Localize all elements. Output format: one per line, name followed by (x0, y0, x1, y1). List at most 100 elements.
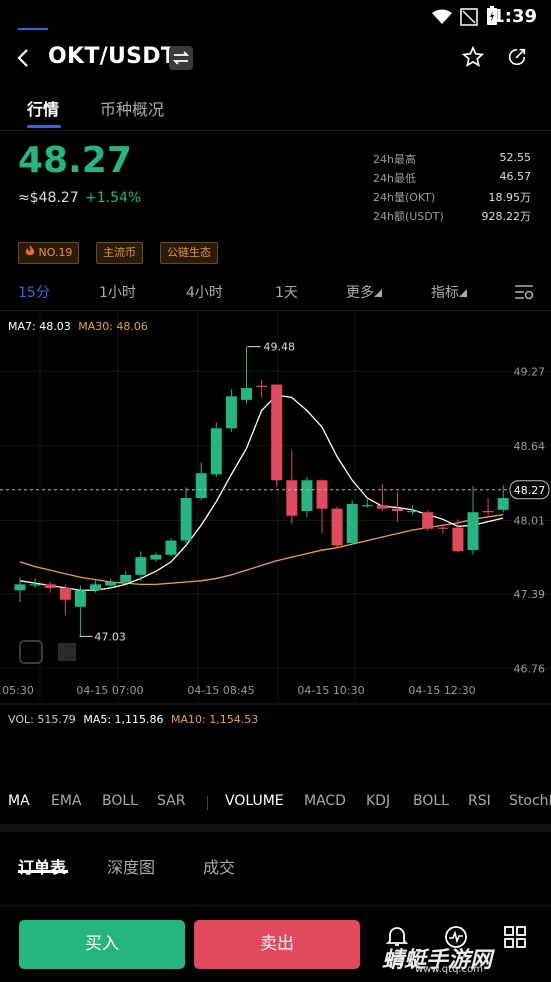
price-axis-label: 47.39 (514, 588, 546, 601)
timeframe-bar: 15分 1小时 4小时 1天 更多 指标 (0, 279, 551, 305)
price-axis: 49.27 48.64 48.01 47.39 46.76 (514, 366, 546, 676)
caret-down-icon (374, 289, 382, 297)
candle-body (210, 428, 222, 475)
candle-body (331, 508, 343, 546)
tab-depth[interactable]: 深度图 (107, 854, 155, 878)
price-axis-label: 48.01 (514, 514, 546, 527)
flame-icon (25, 245, 35, 256)
candle-body (14, 584, 26, 591)
candlestick-chart[interactable]: 49.27 48.64 48.01 47.39 46.76 48.27 49.48 47.0… (0, 312, 551, 707)
swap-icon (172, 51, 190, 65)
candle-body (105, 581, 117, 586)
share-icon[interactable] (506, 46, 528, 68)
candle-body (346, 503, 358, 543)
indicator-ma[interactable]: MA (8, 793, 30, 809)
indicator-ema[interactable]: EMA (51, 793, 82, 809)
ma-legend: MA7: 48.03 MA30: 48.06 (8, 320, 148, 333)
current-price-label: 48.27 (514, 484, 546, 497)
timeframe-more[interactable]: 更多 (346, 282, 382, 302)
rank-badge[interactable]: NO.19 (18, 242, 80, 264)
candle-body (497, 498, 509, 510)
status-bar: 1:39 (0, 0, 551, 34)
candle-body (135, 557, 147, 575)
logo-icon (58, 643, 76, 661)
price-axis-label: 46.76 (514, 662, 546, 675)
mainstream-badge-label: 主流币 (103, 246, 136, 259)
timeframe-1d[interactable]: 1天 (275, 282, 298, 302)
timeframe-15m[interactable]: 15分 (18, 282, 50, 302)
indicator-volume[interactable]: VOLUME (225, 793, 284, 809)
candle-body (286, 480, 298, 516)
wifi-icon (432, 9, 452, 24)
ma7-line (19, 394, 504, 591)
pair-title[interactable]: OKT/USDT (48, 44, 176, 69)
candle-body (150, 554, 162, 560)
indicator-sar[interactable]: SAR (157, 793, 185, 809)
indicator-boll-sub[interactable]: BOLL (413, 793, 449, 809)
buy-button[interactable]: 买入 (19, 920, 185, 969)
indicator-separator (207, 796, 208, 810)
chart-settings-icon[interactable] (514, 283, 534, 301)
stat-value-high: 52.55 (499, 151, 532, 164)
main-tabs: 行情 币种概况 (0, 92, 551, 132)
candle-body (90, 584, 101, 591)
tab-market-underline (27, 125, 61, 128)
indicator-rsi[interactable]: RSI (468, 793, 491, 809)
timeframe-4h[interactable]: 4小时 (186, 282, 223, 302)
candle-body (256, 385, 268, 387)
candle-body (361, 505, 373, 507)
candle-body (301, 480, 313, 512)
rank-badge-label: NO.19 (38, 246, 73, 259)
ma7-legend: MA7: 48.03 (8, 320, 71, 333)
indicator-stochrsi[interactable]: StochR (509, 793, 551, 809)
candle-body (241, 388, 252, 400)
grid-menu-icon[interactable] (504, 926, 526, 948)
ma7-polyline (19, 394, 504, 591)
orderbook-tabs: 订单表 深度图 成交 (0, 848, 551, 888)
tab-market[interactable]: 行情 (27, 96, 59, 120)
public-chain-badge-label: 公链生态 (167, 246, 211, 259)
stat-label-amount: 24h额(USDT) (373, 210, 444, 223)
candle-body (29, 584, 41, 586)
timeframe-underline (18, 28, 48, 30)
stat-value-volume: 18.95万 (488, 191, 532, 204)
indicator-menu[interactable]: 指标 (431, 282, 467, 302)
signal-icon (460, 8, 478, 26)
candle-body (120, 574, 132, 582)
stat-label-high: 24h最高 (373, 153, 416, 166)
star-icon[interactable] (462, 46, 484, 68)
indicator-kdj[interactable]: KDJ (366, 793, 390, 809)
candle-body (482, 511, 494, 513)
candle-body (74, 590, 86, 607)
timeframe-more-label: 更多 (346, 285, 374, 301)
tab-trades[interactable]: 成交 (203, 854, 235, 878)
ma30-legend: MA30: 48.06 (78, 320, 148, 333)
back-arrow-icon[interactable] (14, 48, 34, 68)
stat-label-low: 24h最低 (373, 172, 416, 185)
vol-legend: VOL: 515.79 (8, 713, 76, 726)
candle-body (316, 480, 328, 509)
candle-body (180, 498, 192, 541)
candle-body (422, 512, 434, 529)
indicator-macd[interactable]: MACD (304, 793, 346, 809)
swap-pair-button[interactable] (169, 46, 193, 70)
mainstream-badge[interactable]: 主流币 (96, 242, 143, 264)
time-axis-label: 04-15 10:30 (297, 684, 364, 697)
candle-body (437, 527, 449, 529)
caret-down-icon (459, 289, 467, 297)
sell-button[interactable]: 卖出 (194, 920, 360, 969)
timeframe-1h[interactable]: 1小时 (99, 282, 136, 302)
candle-body (225, 396, 237, 429)
tab-coin-overview[interactable]: 币种概况 (100, 96, 164, 120)
chart-grid (0, 312, 551, 705)
divider (0, 130, 551, 131)
public-chain-badge[interactable]: 公链生态 (160, 242, 218, 264)
volume-legend: VOL: 515.79 MA5: 1,115.86 MA10: 1,154.53 (8, 713, 258, 726)
indicator-menu-label: 指标 (431, 285, 459, 301)
tab-orderbook[interactable]: 订单表 (18, 854, 66, 878)
exchange-logo-watermark (19, 640, 76, 664)
section-separator (0, 824, 551, 832)
time-axis-label: 04-15 08:45 (187, 684, 254, 697)
indicator-boll-main[interactable]: BOLL (102, 793, 138, 809)
site-watermark-url: www.qtq.com (415, 964, 483, 975)
